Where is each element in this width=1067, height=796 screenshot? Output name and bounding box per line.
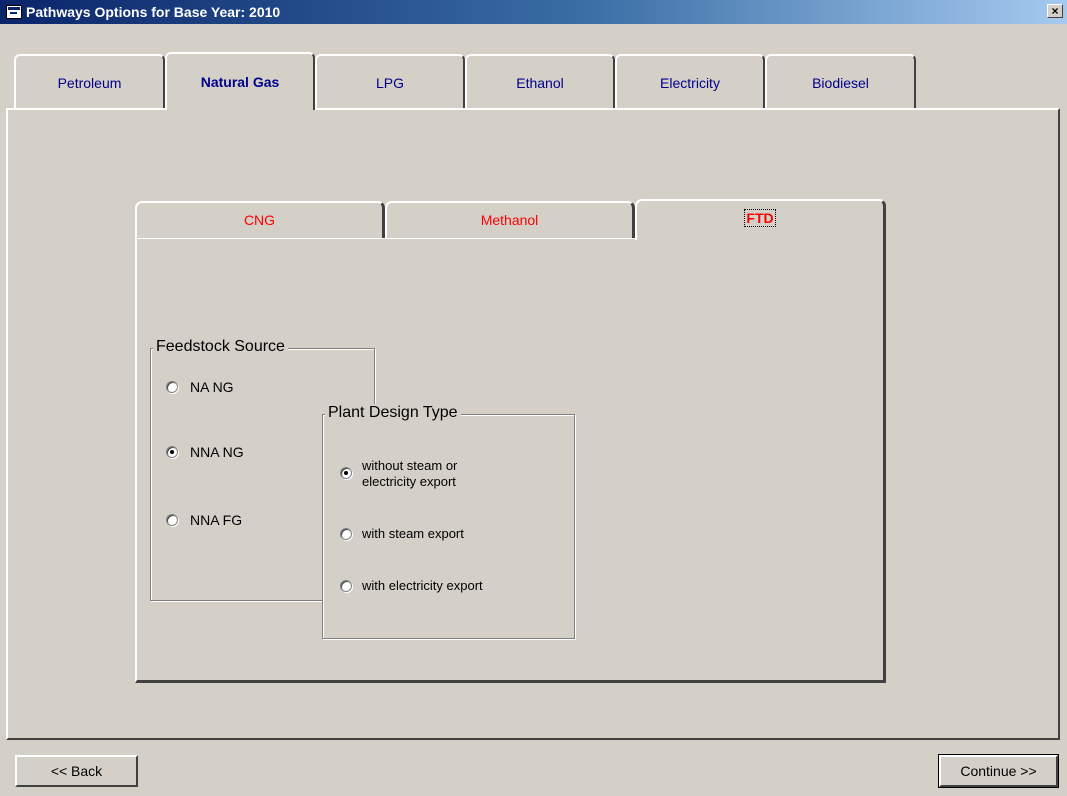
option-label-line: without steam or	[362, 458, 458, 473]
tab-label: CNG	[243, 212, 276, 228]
option-label: NNA FG	[190, 512, 243, 528]
option-label: with electricity export	[362, 578, 483, 593]
tab-cng[interactable]: CNG	[135, 201, 385, 238]
tab-ftd[interactable]: FTD	[635, 199, 886, 240]
tab-label: FTD	[744, 209, 776, 227]
tab-biodiesel[interactable]: Biodiesel	[765, 54, 916, 108]
tab-label: Biodiesel	[812, 75, 869, 91]
continue-button[interactable]: Continue >>	[938, 754, 1059, 788]
tab-label: Ethanol	[516, 75, 564, 91]
radio-without-export[interactable]	[340, 467, 352, 479]
tab-label: Electricity	[660, 75, 720, 91]
tab-petroleum[interactable]: Petroleum	[14, 54, 165, 108]
option-label: NA NG	[190, 379, 234, 395]
tab-natural-gas[interactable]: Natural Gas	[165, 52, 315, 110]
tab-ethanol[interactable]: Ethanol	[465, 54, 615, 108]
group-title: Plant Design Type	[325, 404, 461, 422]
tab-label: LPG	[375, 75, 404, 91]
app-window-icon	[6, 5, 22, 19]
radio-with-electricity-export[interactable]	[340, 580, 352, 592]
radio-nna-fg[interactable]	[166, 514, 178, 526]
radio-na-ng[interactable]	[166, 381, 178, 393]
option-label-line: electricity export	[362, 474, 456, 489]
back-button[interactable]: << Back	[15, 755, 138, 787]
title-bar: Pathways Options for Base Year: 2010 ×	[0, 0, 1067, 24]
tab-label: Methanol	[480, 212, 539, 228]
option-label: NNA NG	[190, 444, 244, 460]
close-button[interactable]: ×	[1047, 4, 1063, 18]
option-label: without steam or electricity export	[362, 458, 457, 490]
radio-nna-ng[interactable]	[166, 446, 178, 458]
tab-electricity[interactable]: Electricity	[615, 54, 765, 108]
group-title: Feedstock Source	[153, 338, 288, 356]
tab-label: Petroleum	[57, 75, 122, 91]
tab-methanol[interactable]: Methanol	[385, 201, 635, 238]
tab-label: Natural Gas	[200, 74, 280, 90]
tab-lpg[interactable]: LPG	[315, 54, 465, 108]
option-label: with steam export	[362, 526, 464, 541]
window-title: Pathways Options for Base Year: 2010	[26, 4, 281, 20]
radio-with-steam-export[interactable]	[340, 528, 352, 540]
